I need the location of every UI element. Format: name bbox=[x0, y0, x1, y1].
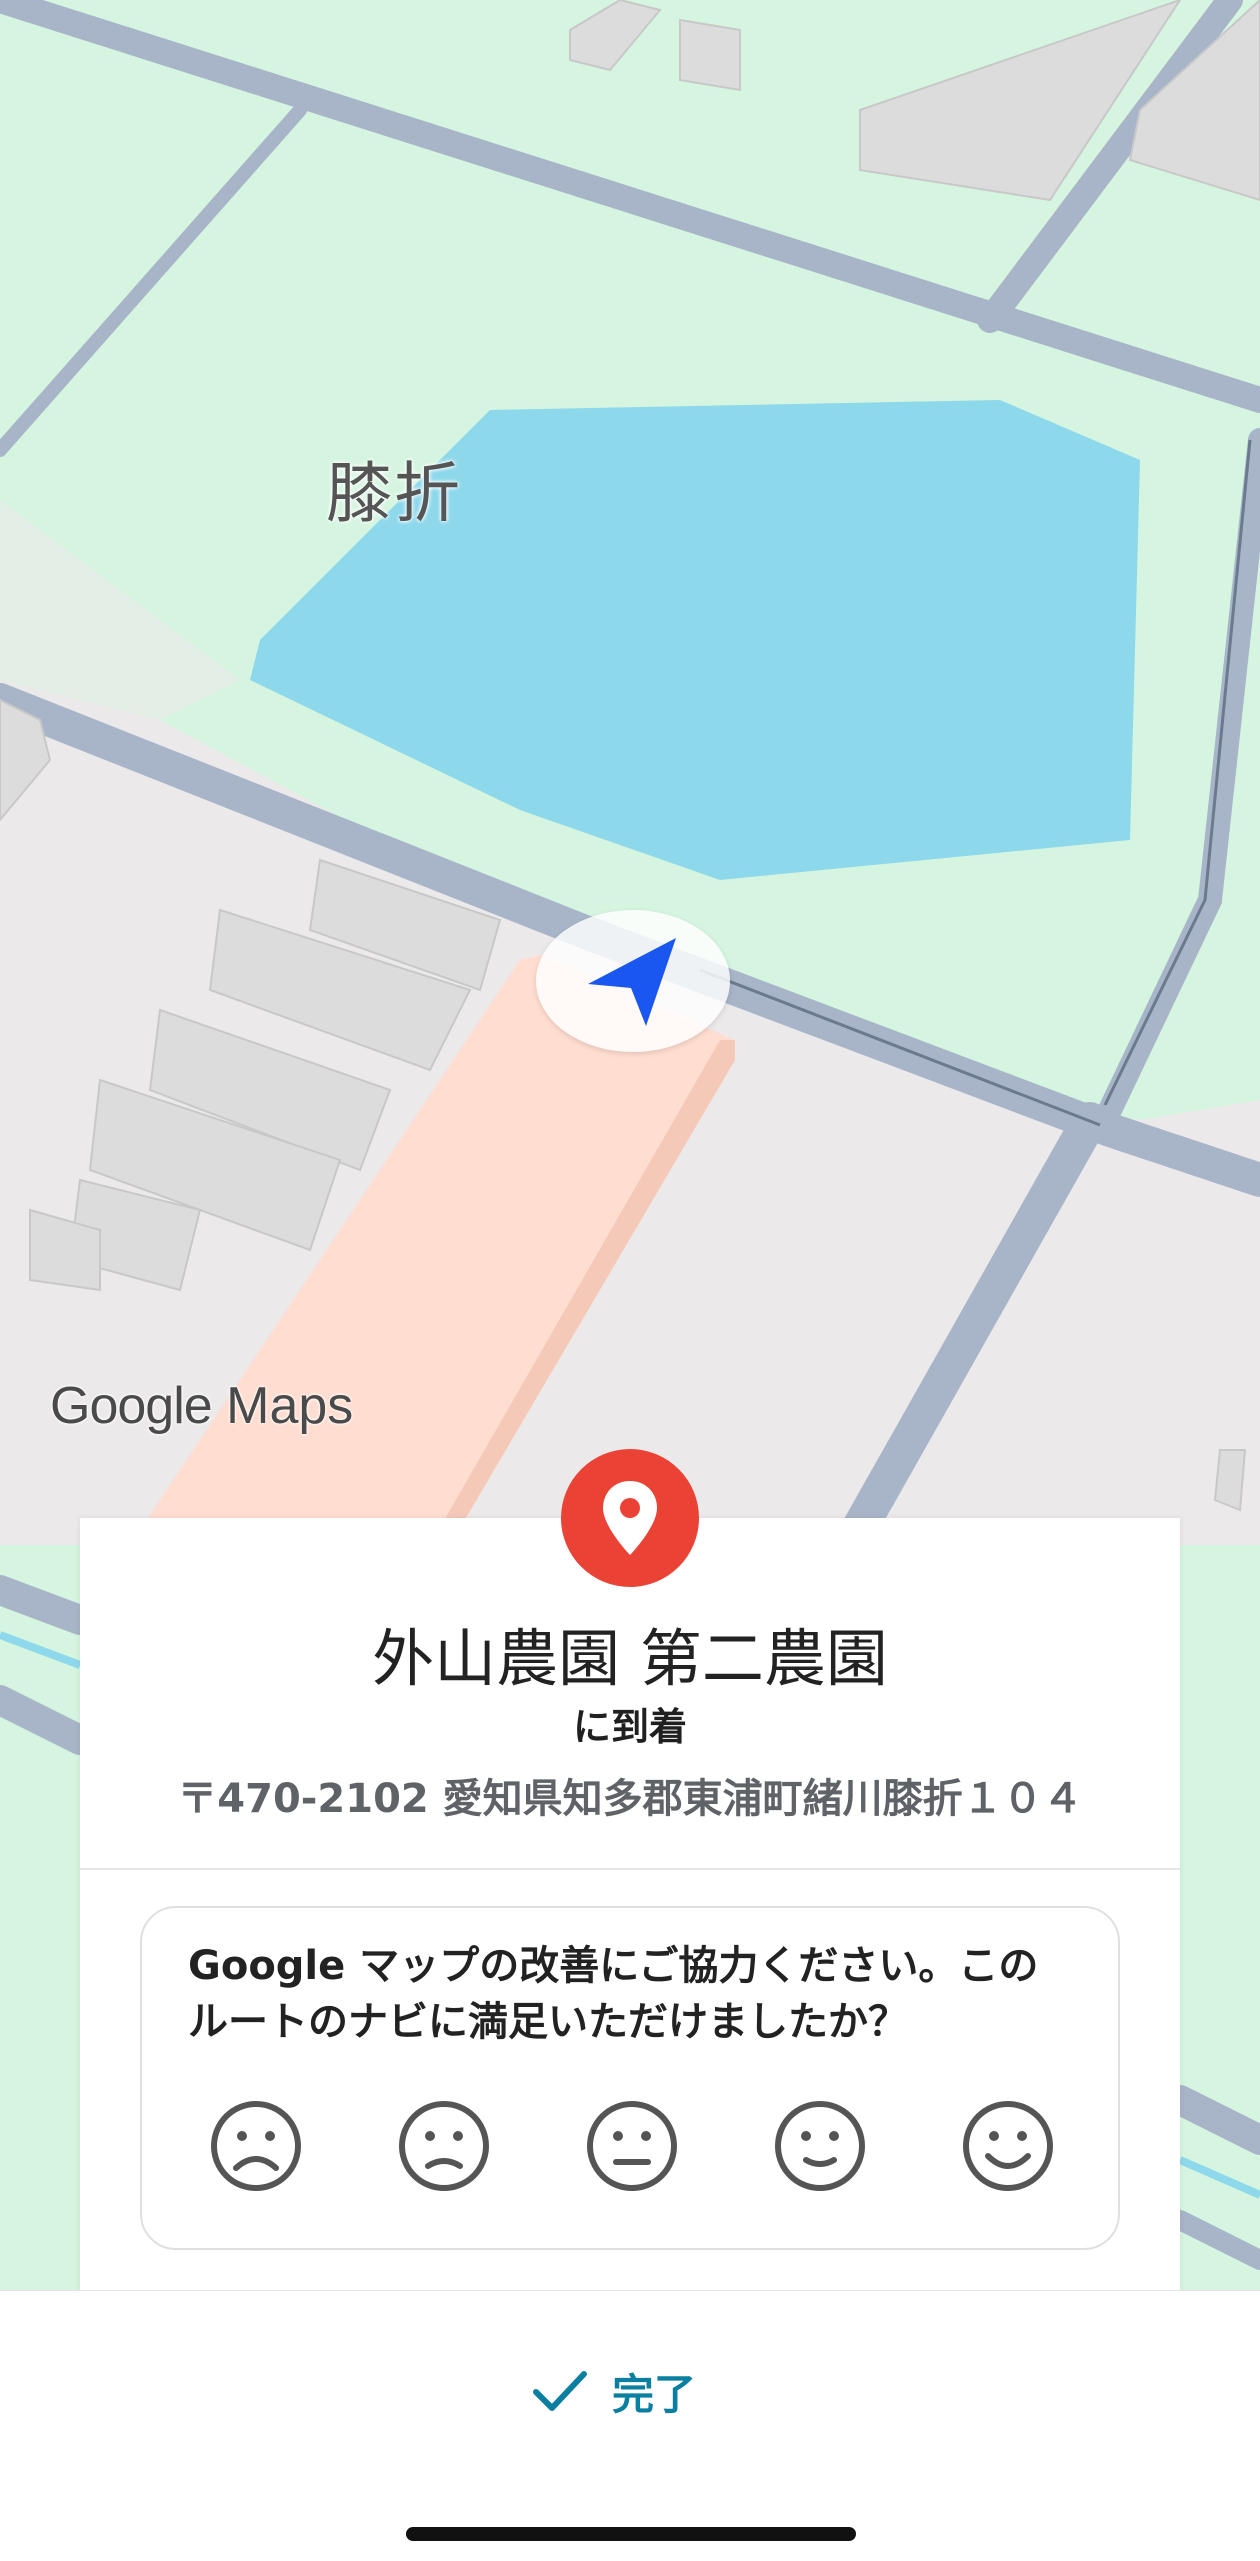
satisfied-face-icon[interactable] bbox=[772, 2098, 868, 2194]
location-pin-icon bbox=[603, 1481, 657, 1555]
neutral-face-icon[interactable] bbox=[584, 2098, 680, 2194]
bottom-bar: 完了 bbox=[0, 2290, 1260, 2561]
arrived-label: に到着 bbox=[572, 1705, 687, 1749]
destination-address: 〒470-2102 愛知県知多郡東浦町緒川膝折１０４ bbox=[177, 1776, 1083, 1822]
rating-faces bbox=[142, 2098, 1118, 2198]
done-button[interactable]: 完了 bbox=[530, 2351, 750, 2431]
feedback-panel: Google マップの改善にご協力ください。このルートのナビに満足いただけました… bbox=[140, 1906, 1120, 2250]
navigation-arrow-icon bbox=[588, 938, 676, 1026]
home-indicator[interactable] bbox=[406, 2527, 856, 2541]
destination-pin-badge bbox=[561, 1449, 699, 1587]
divider bbox=[80, 1868, 1180, 1870]
done-label: 完了 bbox=[612, 2369, 697, 2419]
very-dissatisfied-face-icon[interactable] bbox=[208, 2098, 304, 2194]
very-satisfied-face-icon[interactable] bbox=[960, 2098, 1056, 2194]
arrival-card: 外山農園 第二農園 に到着 〒470-2102 愛知県知多郡東浦町緒川膝折１０４… bbox=[80, 1518, 1180, 2300]
feedback-question: Google マップの改善にご協力ください。このルートのナビに満足いただけました… bbox=[188, 1943, 1039, 2045]
google-logo-text: Google bbox=[50, 1377, 213, 1435]
destination-name: 外山農園 第二農園 bbox=[372, 1622, 888, 1695]
google-maps-logo: Google Maps bbox=[50, 1376, 353, 1436]
current-location-marker bbox=[536, 910, 730, 1052]
maps-logo-text: Maps bbox=[226, 1377, 354, 1435]
map-place-label: 膝折 bbox=[326, 455, 462, 532]
dissatisfied-face-icon[interactable] bbox=[396, 2098, 492, 2194]
checkmark-icon bbox=[533, 2371, 587, 2411]
